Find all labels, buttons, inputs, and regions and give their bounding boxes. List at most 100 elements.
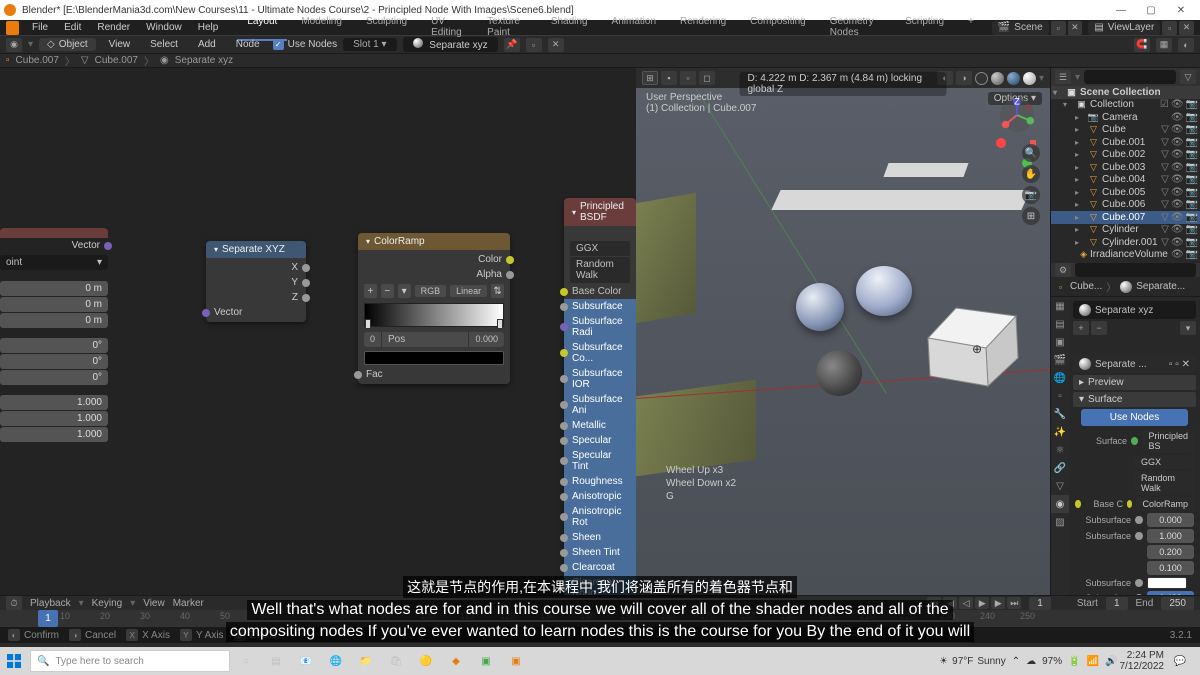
bc-material[interactable]: Separate xyz bbox=[175, 55, 233, 66]
bc-obj[interactable]: Cube... bbox=[1070, 281, 1102, 292]
node-menu-select[interactable]: Select bbox=[143, 39, 185, 50]
bsdf-sub[interactable]: Subsurface bbox=[572, 301, 623, 312]
minimize-button[interactable]: — bbox=[1106, 0, 1136, 20]
mat-rem[interactable]: − bbox=[1091, 321, 1107, 335]
props-search[interactable] bbox=[1075, 263, 1196, 277]
tab-shading[interactable]: Shading bbox=[541, 15, 598, 41]
node-menu-add[interactable]: Add bbox=[191, 39, 223, 50]
menu-edit[interactable]: Edit bbox=[57, 22, 88, 33]
viewlayer-new-button[interactable]: ▫ bbox=[1162, 21, 1177, 35]
bc-mat[interactable]: Separate... bbox=[1136, 281, 1185, 292]
preview-panel[interactable]: ▸Preview bbox=[1073, 375, 1196, 390]
blender-icon-task[interactable]: ◆ bbox=[442, 647, 470, 675]
ptab-fx[interactable]: ✨ bbox=[1051, 423, 1069, 441]
shade-solid[interactable] bbox=[991, 72, 1004, 85]
explorer-icon[interactable]: 📁 bbox=[352, 647, 380, 675]
shading-button[interactable]: ◐ bbox=[1178, 38, 1194, 52]
scene-del-button[interactable]: ✕ bbox=[1068, 21, 1083, 35]
mail-icon[interactable]: 📧 bbox=[292, 647, 320, 675]
ramp-idx[interactable]: 0 bbox=[364, 332, 382, 347]
bsdf-aniso[interactable]: Anisotropic bbox=[572, 491, 621, 502]
bsdf-sss-method[interactable]: Random Walk bbox=[570, 257, 630, 283]
ptab-material[interactable]: ◉ bbox=[1051, 495, 1069, 513]
principled-bsdf-node[interactable]: ▾Principled BSDF GGX Random Walk Base Co… bbox=[564, 198, 636, 595]
material-browse[interactable]: Separate ... ▫ ▫ ✕ bbox=[1073, 355, 1196, 373]
bsdf-rough[interactable]: Roughness bbox=[572, 476, 623, 487]
ramp-add-button[interactable]: + bbox=[364, 284, 377, 298]
ptab-constr[interactable]: 🔗 bbox=[1051, 459, 1069, 477]
tl-end[interactable]: 250 bbox=[1161, 597, 1194, 610]
subr1[interactable]: 1.000 bbox=[1147, 529, 1194, 543]
ptab-tex[interactable]: ▨ bbox=[1051, 513, 1069, 531]
ptab-render[interactable]: ▦ bbox=[1051, 297, 1069, 315]
use-nodes-button[interactable]: Use Nodes bbox=[1081, 409, 1188, 426]
bsdf-met[interactable]: Metallic bbox=[572, 420, 606, 431]
partial-node[interactable]: Vector oint▾ 0 m 0 m 0 m 0° 0° 0° 1.000 … bbox=[0, 228, 108, 443]
tl-first[interactable]: ⏮ bbox=[927, 597, 941, 609]
ptab-data[interactable]: ▽ bbox=[1051, 477, 1069, 495]
sss-select[interactable]: Random Walk bbox=[1135, 471, 1194, 495]
ptab-phys[interactable]: ⚛ bbox=[1051, 441, 1069, 459]
app-green-icon[interactable]: ▣ bbox=[472, 647, 500, 675]
loc-x[interactable]: 0 m bbox=[0, 281, 108, 296]
viewlayer-del-button[interactable]: ✕ bbox=[1179, 21, 1194, 35]
tray-up-icon[interactable]: ⌃ bbox=[1012, 656, 1020, 667]
bsdf-subior[interactable]: Subsurface IOR bbox=[572, 368, 628, 390]
timeline-track[interactable]: 1 10203040506070809010011012013014015016… bbox=[0, 610, 1200, 627]
mat-add[interactable]: + bbox=[1073, 321, 1089, 335]
ramp-del-button[interactable]: − bbox=[381, 284, 394, 298]
zoom-button[interactable]: 🔍 bbox=[1022, 144, 1040, 162]
mat-menu[interactable]: ▾ bbox=[1180, 321, 1196, 335]
bsdf-subcol[interactable]: Subsurface Co... bbox=[572, 342, 628, 364]
weather-widget[interactable]: ☀ 97°F Sunny bbox=[939, 656, 1006, 667]
shader-node-editor[interactable]: Vector oint▾ 0 m 0 m 0 m 0° 0° 0° 1.000 … bbox=[0, 68, 636, 595]
3d-viewport[interactable]: ⊞ ▪ ▫ ◻ ◐ ◑ ▾ D: 4.222 m D: 2.367 m (4.8… bbox=[636, 68, 1050, 595]
rot-y[interactable]: 0° bbox=[0, 354, 108, 369]
wifi-icon[interactable]: 📶 bbox=[1087, 656, 1099, 667]
chrome-icon[interactable]: 🟡 bbox=[412, 647, 440, 675]
base-color-link[interactable]: ColorRamp bbox=[1136, 497, 1194, 511]
taskview-icon[interactable]: ▤ bbox=[262, 647, 290, 675]
sound-icon[interactable]: 🔊 bbox=[1105, 656, 1117, 667]
mat-new-button[interactable]: ▫ bbox=[526, 38, 542, 52]
tab-comp[interactable]: Compositing bbox=[740, 15, 816, 41]
surface-shader[interactable]: Principled BS bbox=[1142, 429, 1194, 453]
menu-help[interactable]: Help bbox=[191, 22, 226, 33]
subi-val[interactable]: 1.400 bbox=[1147, 591, 1194, 595]
tl-start[interactable]: 1 bbox=[1106, 597, 1128, 610]
tab-script[interactable]: Scripting bbox=[895, 15, 954, 41]
system-tray[interactable]: ⌃ ☁ 97% 🔋 📶 🔊 bbox=[1012, 656, 1118, 667]
scene-selector[interactable]: 🎬 Scene bbox=[992, 21, 1049, 35]
separate-xyz-node[interactable]: ▾Separate XYZ X Y Z Vector bbox=[206, 241, 306, 322]
tl-playrev[interactable]: ◁ bbox=[959, 597, 973, 609]
use-nodes-checkbox[interactable]: ✓ Use Nodes bbox=[273, 39, 337, 50]
timeline[interactable]: ⏱ Playback ▾ Keying ▾ View Marker ⏮ ◀ ◁ … bbox=[0, 595, 1200, 627]
subr2[interactable]: 0.200 bbox=[1147, 545, 1194, 559]
tab-render[interactable]: Rendering bbox=[670, 15, 736, 41]
bsdf-dist[interactable]: GGX bbox=[570, 241, 630, 256]
onedrive-icon[interactable]: ☁ bbox=[1026, 656, 1036, 667]
vp-sel-face[interactable]: ◻ bbox=[699, 71, 715, 85]
persp-button[interactable]: ⊞ bbox=[1022, 207, 1040, 225]
bsdf-spectint[interactable]: Specular Tint bbox=[572, 450, 628, 472]
bsdf-subani[interactable]: Subsurface Ani bbox=[572, 394, 628, 416]
playhead[interactable]: 1 bbox=[38, 610, 58, 627]
tl-next[interactable]: ▶ bbox=[991, 597, 1005, 609]
material-slot-select[interactable]: Slot 1 ▾ bbox=[343, 38, 396, 51]
loc-z[interactable]: 0 m bbox=[0, 313, 108, 328]
bsdf-subradii[interactable]: Subsurface Radi bbox=[572, 316, 628, 338]
bc-mesh[interactable]: Cube.007 bbox=[95, 55, 138, 66]
shade-matprev[interactable] bbox=[1007, 72, 1020, 85]
cortana-icon[interactable]: ○ bbox=[232, 647, 260, 675]
props-type[interactable]: ⚙ bbox=[1055, 263, 1071, 277]
material-name-field[interactable]: Separate xyz bbox=[403, 37, 498, 52]
blender-icon[interactable] bbox=[6, 21, 19, 35]
material-properties[interactable]: Separate xyz + − ▾ Separate ... ▫ ▫ ✕ ▸P… bbox=[1069, 297, 1200, 595]
outliner-filter[interactable]: ▽ bbox=[1180, 70, 1196, 84]
edge-icon[interactable]: 🌐 bbox=[322, 647, 350, 675]
viewlayer-selector[interactable]: ▤ ViewLayer bbox=[1088, 21, 1160, 35]
sub-val[interactable]: 0.000 bbox=[1147, 513, 1194, 527]
menu-window[interactable]: Window bbox=[139, 22, 189, 33]
shade-wireframe[interactable] bbox=[975, 72, 988, 85]
tab-anim[interactable]: Animation bbox=[602, 15, 666, 41]
